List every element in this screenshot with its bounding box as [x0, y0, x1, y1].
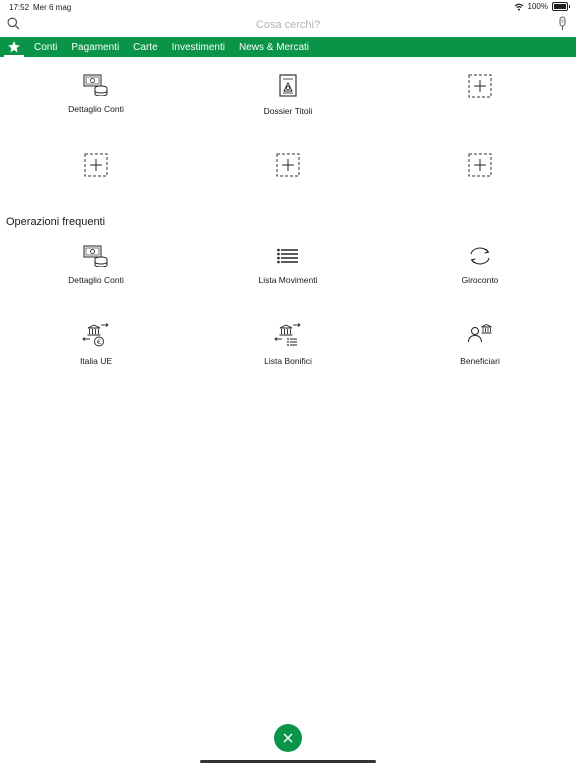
- favorite-add-slot[interactable]: [384, 74, 576, 98]
- battery-fill: [554, 4, 566, 9]
- home-indicator[interactable]: [200, 760, 376, 763]
- list-icon: [277, 248, 298, 264]
- bank-list-transfer-icon: [274, 323, 301, 346]
- status-time: 17:52: [9, 3, 30, 12]
- favorite-label: Dettaglio Conti: [68, 104, 124, 114]
- favorite-add-slot[interactable]: [384, 153, 576, 177]
- tab-conti[interactable]: Conti: [34, 42, 57, 53]
- status-bar: 17:52 Mer 6 mag 100%: [0, 0, 576, 14]
- operation-label: Italia UE: [79, 356, 113, 366]
- bank-euro-transfer-icon: €: [82, 323, 109, 347]
- add-slot-icon: [276, 153, 300, 177]
- operation-lista-movimenti[interactable]: Lista Movimenti: [192, 245, 384, 285]
- operation-label: Lista Bonifici: [264, 356, 312, 366]
- battery-percent: 100%: [527, 2, 548, 11]
- operation-dettaglio-conti[interactable]: Dettaglio Conti: [0, 245, 192, 285]
- microphone-icon[interactable]: [558, 16, 567, 31]
- tab-investimenti[interactable]: Investimenti: [172, 42, 225, 53]
- add-slot-icon: [468, 74, 492, 98]
- dossier-document-icon: [279, 74, 297, 97]
- favorite-dossier-titoli[interactable]: Dossier Titoli: [192, 74, 384, 116]
- close-icon: [283, 733, 293, 743]
- operation-label: Lista Movimenti: [258, 275, 318, 285]
- battery-icon: [552, 2, 570, 11]
- search-input[interactable]: Cosa cerchi?: [0, 19, 576, 31]
- tab-favorites[interactable]: [0, 37, 28, 57]
- money-coins-icon: [83, 245, 108, 267]
- favorite-label: Dossier Titoli: [263, 106, 313, 116]
- wifi-icon: [514, 3, 523, 11]
- search-bar[interactable]: Cosa cerchi?: [0, 14, 576, 36]
- add-slot-icon: [468, 153, 492, 177]
- money-coins-icon: [83, 74, 108, 96]
- favorite-add-slot[interactable]: [192, 153, 384, 177]
- operation-giroconto[interactable]: Giroconto: [384, 245, 576, 285]
- frequent-operations-title: Operazioni frequenti: [6, 216, 106, 228]
- operation-label: Beneficiari: [460, 356, 500, 366]
- tab-carte[interactable]: Carte: [133, 42, 157, 53]
- operation-italia-ue[interactable]: € Italia UE: [0, 322, 192, 366]
- transfer-cycle-icon: [470, 247, 490, 265]
- status-date: Mer 6 mag: [33, 3, 72, 12]
- person-bank-icon: [468, 323, 492, 343]
- tab-pagamenti[interactable]: Pagamenti: [71, 42, 119, 53]
- operation-label: Giroconto: [461, 275, 499, 285]
- star-icon: [8, 41, 20, 53]
- operation-beneficiari[interactable]: Beneficiari: [384, 322, 576, 366]
- tab-news-mercati[interactable]: News & Mercati: [239, 42, 309, 53]
- category-nav: Conti Pagamenti Carte Investimenti News …: [0, 37, 576, 57]
- operation-lista-bonifici[interactable]: Lista Bonifici: [192, 322, 384, 366]
- operation-label: Dettaglio Conti: [68, 275, 124, 285]
- add-slot-icon: [84, 153, 108, 177]
- favorite-dettaglio-conti[interactable]: Dettaglio Conti: [0, 74, 192, 114]
- status-right: 100%: [514, 2, 570, 11]
- close-button[interactable]: [274, 724, 302, 752]
- favorite-add-slot[interactable]: [0, 153, 192, 177]
- svg-text:€: €: [97, 338, 101, 346]
